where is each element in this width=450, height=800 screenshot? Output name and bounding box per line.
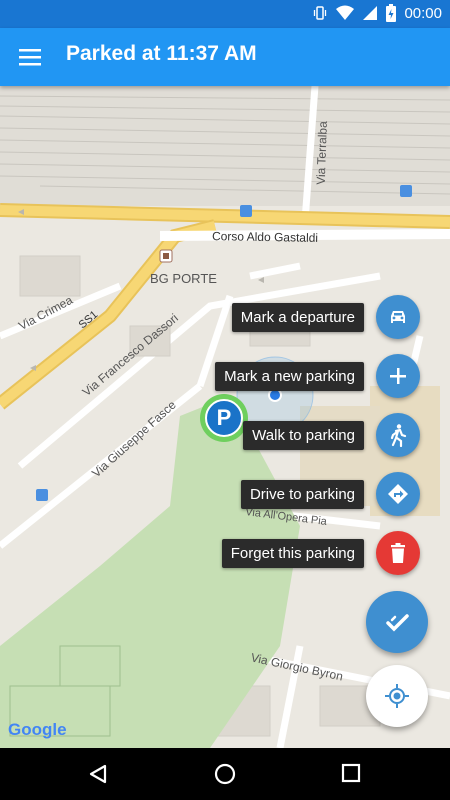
wifi-icon bbox=[336, 5, 355, 20]
signal-icon bbox=[363, 6, 378, 20]
action-forget-parking[interactable]: Forget this parking bbox=[221, 531, 420, 575]
action-label[interactable]: Mark a departure bbox=[231, 302, 364, 332]
google-logo: Google bbox=[8, 720, 67, 740]
car-icon bbox=[391, 311, 405, 323]
directions-icon bbox=[388, 484, 408, 504]
check-icon bbox=[386, 614, 409, 632]
page-title: Parked at 11:37 AM bbox=[66, 42, 257, 65]
google-logo-text: Google bbox=[8, 720, 67, 739]
drive-to-parking-button[interactable] bbox=[376, 472, 420, 516]
action-label[interactable]: Walk to parking bbox=[243, 420, 364, 450]
action-drive-to-parking[interactable]: Drive to parking bbox=[240, 472, 420, 516]
walk-icon bbox=[390, 424, 407, 447]
forget-parking-button[interactable] bbox=[376, 531, 420, 575]
navigation-bar bbox=[0, 748, 450, 800]
poi-label-bg-porte: BG PORTE bbox=[150, 271, 217, 286]
parking-marker-inner: P bbox=[205, 399, 243, 437]
main-fab-button[interactable] bbox=[366, 591, 428, 653]
parking-marker-label: P bbox=[216, 405, 232, 430]
street-label-corso: Corso Aldo Gastaldi bbox=[211, 229, 319, 245]
trash-icon bbox=[391, 543, 405, 563]
plus-icon bbox=[390, 368, 406, 384]
action-label[interactable]: Forget this parking bbox=[221, 538, 364, 568]
mark-departure-button[interactable] bbox=[376, 295, 420, 339]
status-bar: 00:00 bbox=[0, 0, 450, 28]
my-location-icon bbox=[385, 684, 409, 708]
action-mark-departure[interactable]: Mark a departure bbox=[231, 295, 420, 339]
action-walk-to-parking[interactable]: Walk to parking bbox=[243, 413, 420, 457]
app-bar: Parked at 11:37 AM bbox=[0, 28, 450, 86]
action-label[interactable]: Mark a new parking bbox=[215, 361, 364, 391]
my-location-button[interactable] bbox=[366, 665, 428, 727]
mark-new-parking-button[interactable] bbox=[376, 354, 420, 398]
recents-icon[interactable] bbox=[341, 763, 361, 783]
status-time: 00:00 bbox=[404, 4, 442, 22]
walk-to-parking-button[interactable] bbox=[376, 413, 420, 457]
menu-icon[interactable] bbox=[18, 45, 42, 69]
home-icon[interactable] bbox=[213, 762, 237, 786]
action-label[interactable]: Drive to parking bbox=[240, 479, 364, 509]
street-label-terralba: Via Terralba bbox=[313, 120, 330, 186]
parking-marker[interactable]: P bbox=[200, 394, 248, 442]
action-mark-new-parking[interactable]: Mark a new parking bbox=[215, 354, 420, 398]
vibrate-icon bbox=[314, 6, 327, 20]
battery-icon bbox=[386, 4, 397, 22]
back-icon[interactable] bbox=[87, 763, 109, 785]
